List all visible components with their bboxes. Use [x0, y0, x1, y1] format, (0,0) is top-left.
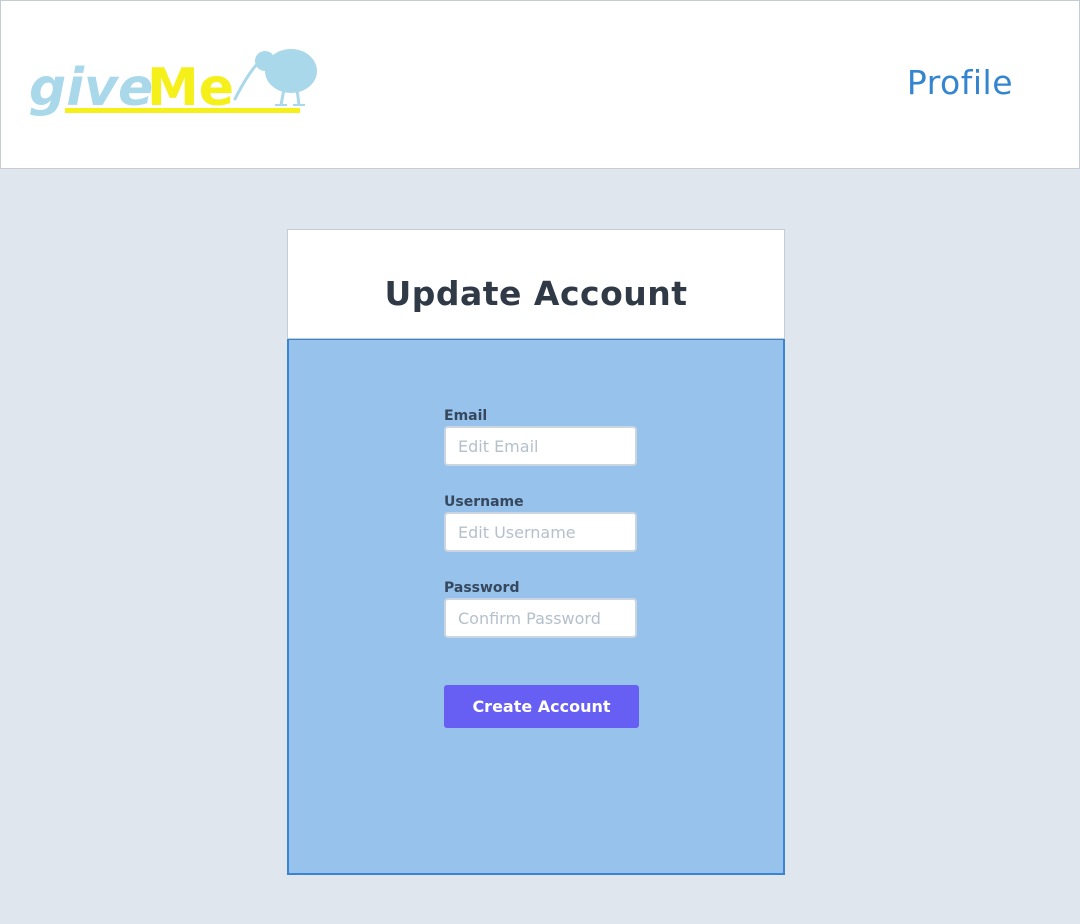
username-label: Username	[444, 494, 524, 510]
create-account-button[interactable]: Create Account	[444, 685, 639, 728]
kiwi-bird-icon: give Me	[29, 49, 317, 118]
username-field-group: Username	[444, 494, 638, 552]
giveme-logo[interactable]: give Me	[29, 41, 329, 121]
password-label: Password	[444, 580, 520, 596]
page: give Me Profile Update Account Email Use…	[0, 0, 1080, 924]
update-account-form: Email Username Password Create Account	[287, 339, 785, 875]
email-field-group: Email	[444, 408, 638, 466]
svg-text:give: give	[29, 58, 153, 118]
nav-profile-link[interactable]: Profile	[907, 63, 1013, 102]
username-input[interactable]	[444, 512, 637, 552]
email-input[interactable]	[444, 426, 637, 466]
password-field-group: Password	[444, 580, 638, 638]
page-title: Update Account	[384, 273, 688, 313]
card-header: Update Account	[287, 229, 785, 339]
svg-text:Me: Me	[147, 58, 234, 118]
password-input[interactable]	[444, 598, 637, 638]
top-header: give Me Profile	[0, 0, 1080, 169]
email-label: Email	[444, 408, 488, 424]
